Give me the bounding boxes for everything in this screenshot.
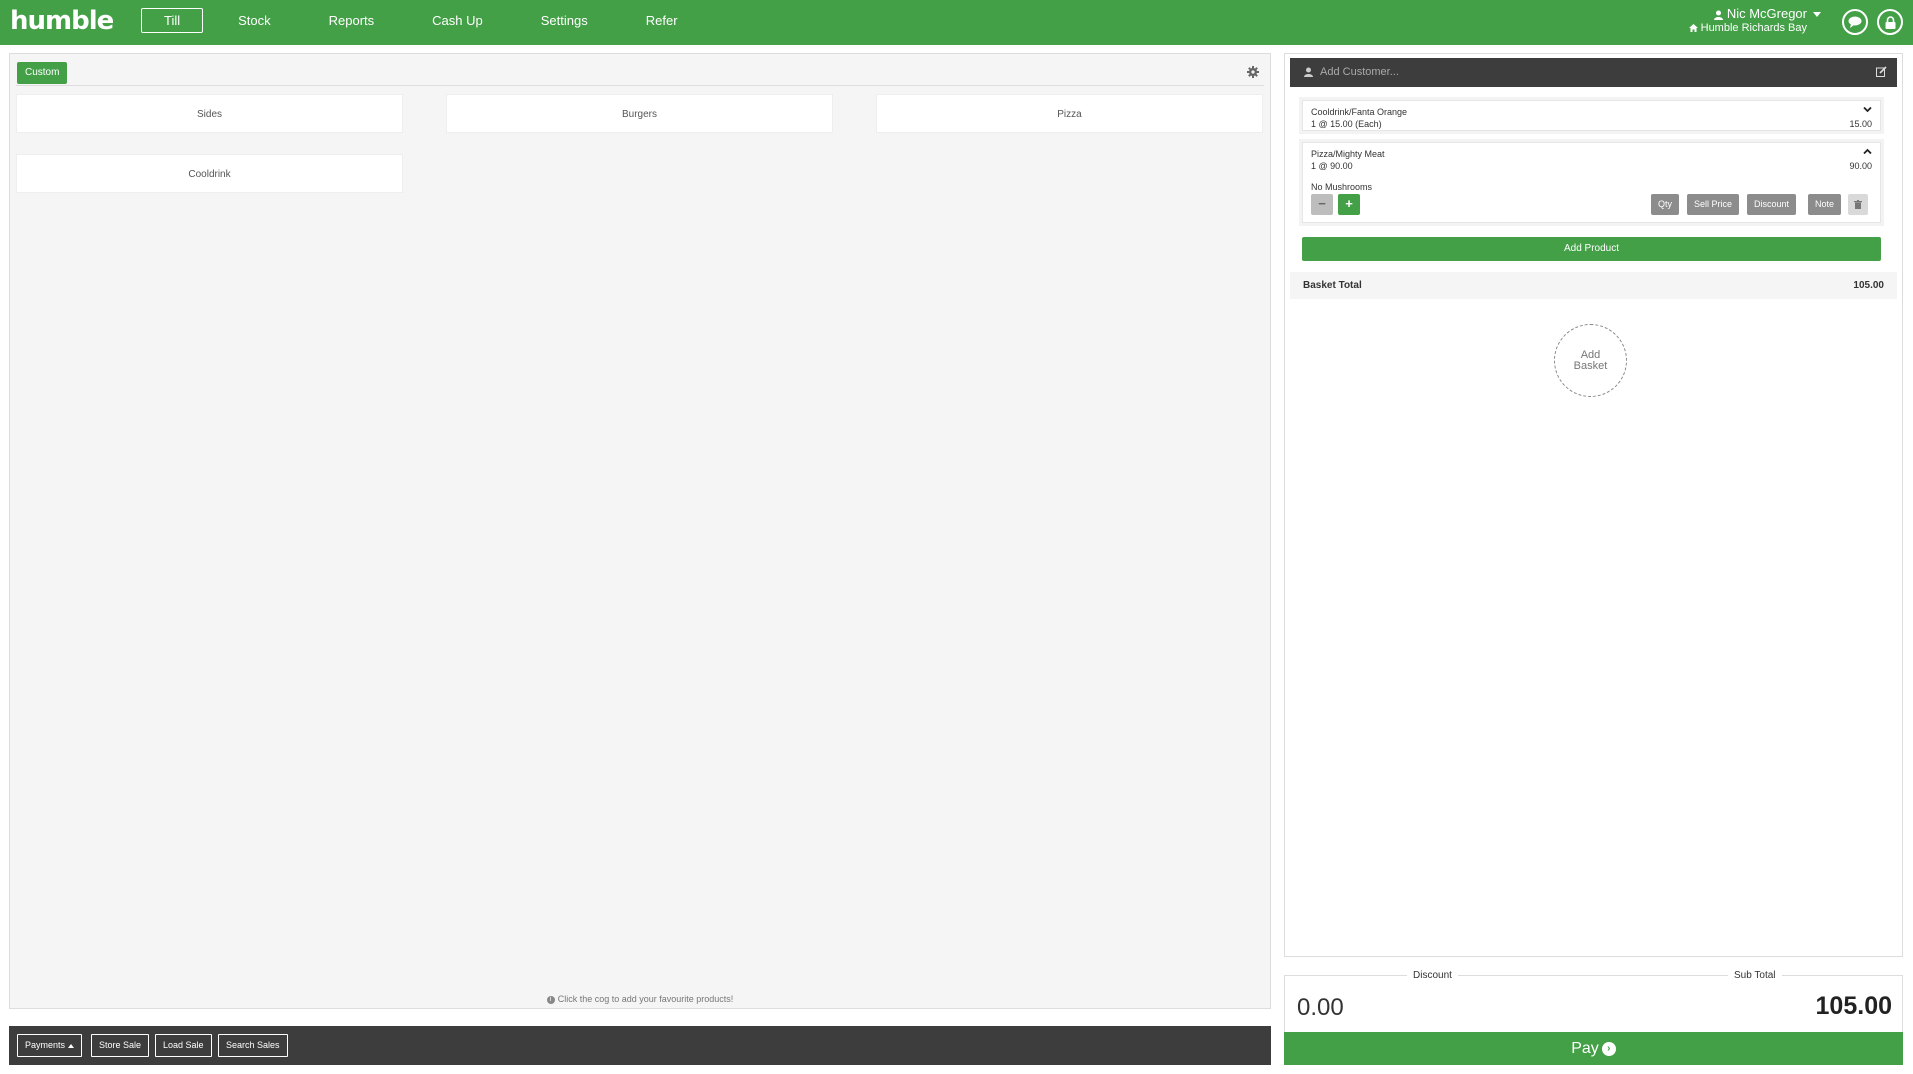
discount-button[interactable]: Discount <box>1747 194 1797 215</box>
bottom-toolbar: Payments Store Sale Load Sale Search Sal… <box>9 1026 1271 1065</box>
caret-down-icon <box>1813 12 1821 18</box>
top-bar: humble Till Stock Reports Cash Up Settin… <box>0 0 1913 45</box>
subtotal-label: Sub Total <box>1728 970 1782 981</box>
note-button[interactable]: Note <box>1808 194 1842 215</box>
search-sales-button[interactable]: Search Sales <box>218 1034 288 1057</box>
item-price: 90.00 <box>1849 161 1872 171</box>
nav-cash-up[interactable]: Cash Up <box>409 8 506 33</box>
store-name: Humble Richards Bay <box>1700 22 1807 34</box>
chevron-circle-right-icon: › <box>1601 1041 1616 1056</box>
item-price: 15.00 <box>1849 119 1872 129</box>
favourites-hint: i Click the cog to add your favourite pro… <box>10 994 1270 1004</box>
chat-icon <box>1848 16 1862 28</box>
main-nav: Till Stock Reports Cash Up Settings Refe… <box>141 8 713 33</box>
chat-button[interactable] <box>1842 9 1868 35</box>
tab-divider <box>16 85 1264 86</box>
cog-icon <box>1247 66 1259 78</box>
user-icon <box>1304 67 1313 77</box>
info-icon: i <box>546 995 555 1004</box>
basket-total-value: 105.00 <box>1853 280 1884 291</box>
increase-qty-button[interactable]: + <box>1338 194 1360 215</box>
delete-item-button[interactable] <box>1848 194 1868 215</box>
nav-settings[interactable]: Settings <box>518 8 611 33</box>
basket-item[interactable]: Cooldrink/Fanta Orange 1 @ 15.00 (Each) … <box>1302 100 1881 131</box>
item-name: Pizza/Mighty Meat <box>1311 149 1385 159</box>
subtotal-value: 105.00 <box>1815 992 1892 1020</box>
load-sale-button[interactable]: Load Sale <box>155 1034 212 1057</box>
payments-button[interactable]: Payments <box>17 1034 83 1057</box>
edit-icon[interactable] <box>1876 66 1887 77</box>
customer-input[interactable]: Add Customer... <box>1320 66 1399 78</box>
add-basket-button[interactable]: Add Basket <box>1554 324 1627 397</box>
nav-till[interactable]: Till <box>141 8 204 33</box>
qty-button[interactable]: Qty <box>1651 194 1680 215</box>
decrease-qty-button[interactable]: − <box>1311 194 1333 215</box>
sell-price-button[interactable]: Sell Price <box>1687 194 1740 215</box>
discount-label: Discount <box>1407 970 1458 981</box>
basket-panel: Add Customer... Cooldrink/Fanta Orange 1… <box>1284 53 1903 957</box>
chevron-down-icon[interactable] <box>1863 106 1872 113</box>
trash-icon <box>1854 200 1862 210</box>
product-panel: Custom Sides Burgers Pizza Cooldrink i Cl… <box>9 53 1271 1009</box>
pay-button[interactable]: Pay › <box>1284 1032 1903 1065</box>
tab-custom[interactable]: Custom <box>17 62 68 84</box>
nav-stock[interactable]: Stock <box>215 8 294 33</box>
category-pizza[interactable]: Pizza <box>876 94 1263 133</box>
store-sale-button[interactable]: Store Sale <box>91 1034 150 1057</box>
nav-reports[interactable]: Reports <box>306 8 398 33</box>
chevron-up-icon[interactable] <box>1863 148 1872 155</box>
item-name: Cooldrink/Fanta Orange <box>1311 107 1408 117</box>
basket-item[interactable]: Pizza/Mighty Meat 1 @ 90.00 90.00 No Mus… <box>1302 142 1881 223</box>
discount-value[interactable]: 0.00 <box>1297 994 1344 1022</box>
home-icon <box>1688 24 1698 33</box>
caret-up-icon <box>68 1043 75 1048</box>
lock-button[interactable] <box>1877 9 1903 35</box>
lock-icon <box>1885 15 1895 29</box>
cog-button[interactable] <box>1247 65 1259 83</box>
customer-bar[interactable]: Add Customer... <box>1290 58 1897 87</box>
item-qty-line: 1 @ 15.00 (Each) <box>1311 119 1382 129</box>
item-note: No Mushrooms <box>1311 182 1373 192</box>
basket-total-row: Basket Total 105.00 <box>1290 272 1897 299</box>
user-name: Nic McGregor <box>1726 6 1807 21</box>
totals-box: Discount Sub Total 0.00 105.00 <box>1284 970 1903 1032</box>
humble-logo[interactable]: humble <box>10 6 114 36</box>
item-qty-line: 1 @ 90.00 <box>1311 161 1353 171</box>
nav-refer[interactable]: Refer <box>623 8 701 33</box>
category-sides[interactable]: Sides <box>16 94 403 133</box>
user-menu[interactable]: Nic McGregor Humble Richards Bay <box>1688 6 1821 36</box>
user-icon <box>1713 10 1723 20</box>
category-burgers[interactable]: Burgers <box>446 94 833 133</box>
basket-total-label: Basket Total <box>1303 280 1362 291</box>
add-product-button[interactable]: Add Product <box>1302 237 1881 261</box>
category-cooldrink[interactable]: Cooldrink <box>16 154 403 193</box>
